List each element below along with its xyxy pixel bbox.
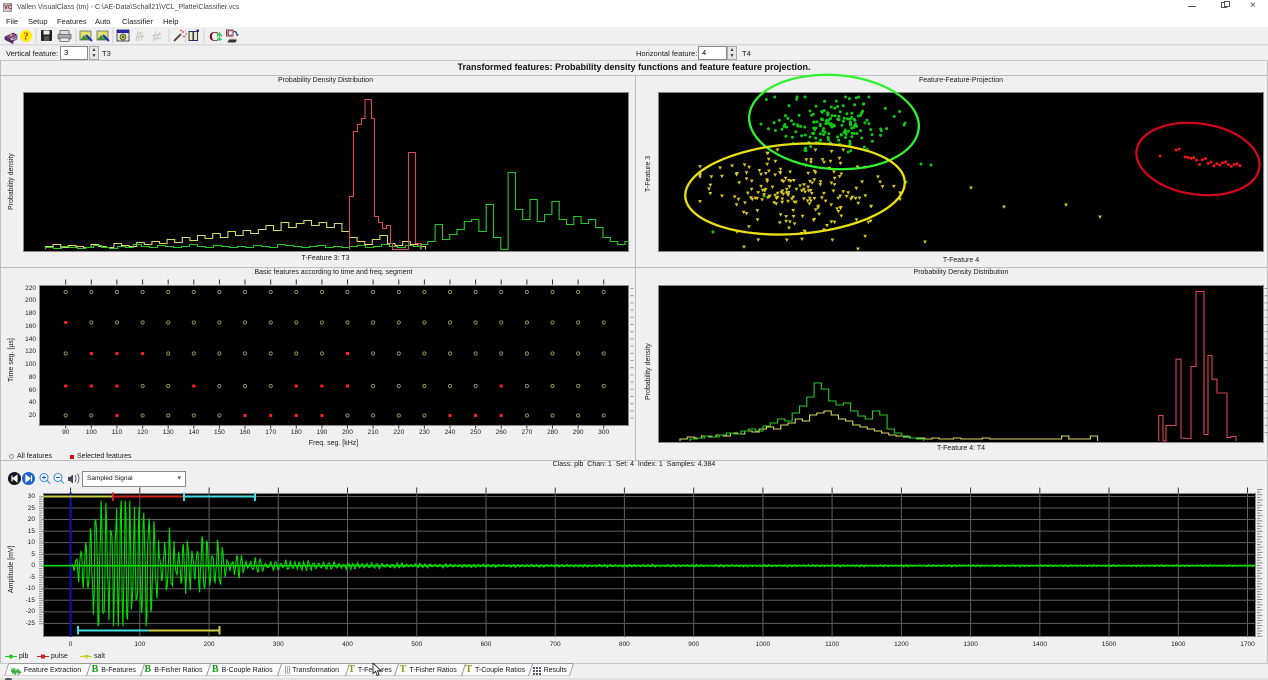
svg-text:?: ? — [24, 32, 29, 43]
svg-text:C: C — [227, 30, 232, 38]
svg-text:C: C — [209, 30, 219, 45]
